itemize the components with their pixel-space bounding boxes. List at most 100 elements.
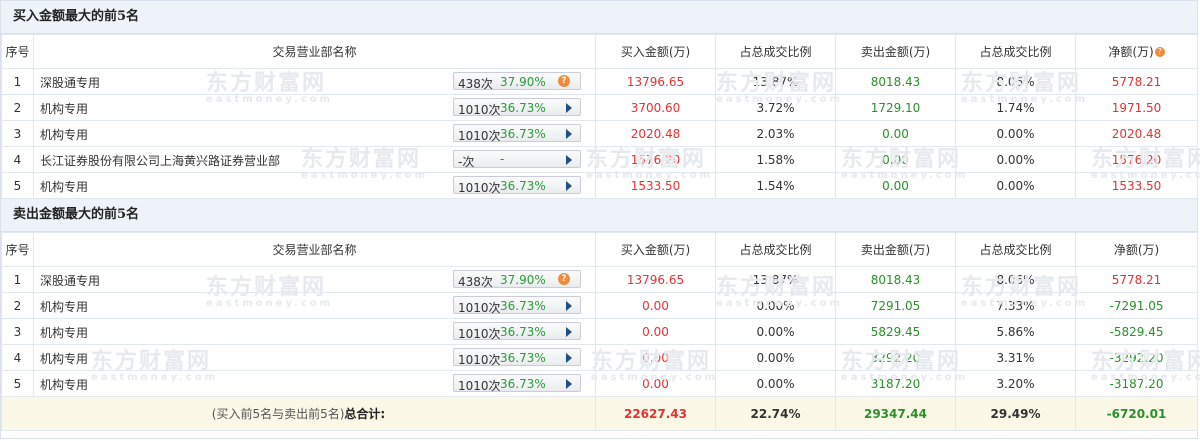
net-amount: -3187.20 <box>1075 370 1198 397</box>
row-no: 2 <box>1 292 34 319</box>
table-row: 5 机构专用 1010次 36.73% 1533.50 1.54% 0.00 0.00% 153… <box>1 172 1198 199</box>
sell-table: 序号 交易营业部名称 买入金额(万) 占总成交比例 卖出金额(万) 占总成交比例… <box>1 232 1198 431</box>
net-amount: 2020.48 <box>1075 120 1198 147</box>
seat-rate: 36.73% <box>500 377 546 391</box>
table-row: 4 机构专用 1010次 36.73% 0.00 0.00% 3292.20 3.31% -32… <box>1 344 1198 371</box>
col-header-no: 序号 <box>1 232 34 267</box>
seat-name[interactable]: 机构专用 <box>40 376 88 393</box>
seat-stats-button[interactable]: 1010次 36.73% <box>453 176 581 195</box>
table-row: 1 深股通专用 438次 37.90%? 13796.65 13.87% 8018.43 8.… <box>1 266 1198 293</box>
seat-rate: 37.90% <box>500 273 546 287</box>
row-no: 5 <box>1 370 34 397</box>
buy-amount: 13796.65 <box>595 68 716 95</box>
seat-rate: 36.73% <box>500 325 546 339</box>
seat-stats-button[interactable]: 1010次 36.73% <box>453 124 581 143</box>
buy-ratio: 13.87% <box>715 68 836 95</box>
seat-rate: 36.73% <box>500 101 546 115</box>
seat-name[interactable]: 机构专用 <box>40 126 88 143</box>
seat-stats-button[interactable]: 1010次 36.73% <box>453 348 581 367</box>
sell-ratio: 7.33% <box>955 292 1076 319</box>
seat-stats-button[interactable]: -次 - <box>453 150 581 169</box>
question-icon[interactable]: ? <box>558 75 570 87</box>
buy-amount: 3700.60 <box>595 94 716 121</box>
col-header-sell: 卖出金额(万) <box>835 232 956 267</box>
seat-name[interactable]: 深股通专用 <box>40 74 100 91</box>
seat-name-cell: 机构专用 1010次 36.73% <box>33 120 596 147</box>
seat-stats-button[interactable]: 1010次 36.73% <box>453 322 581 341</box>
seat-name[interactable]: 机构专用 <box>40 324 88 341</box>
total-row: (买入前5名与卖出前5名)总合计: 22627.43 22.74% 29347.… <box>1 396 1198 431</box>
seat-name-cell: 机构专用 1010次 36.73% <box>33 94 596 121</box>
seat-name[interactable]: 长江证券股份有限公司上海黄兴路证券营业部 <box>40 152 280 169</box>
seat-count: 438次 <box>458 275 493 289</box>
seat-rate: 36.73% <box>500 299 546 313</box>
arrow-right-icon[interactable] <box>566 327 572 337</box>
arrow-right-icon[interactable] <box>566 155 572 165</box>
seat-stats-button[interactable]: 1010次 36.73% <box>453 296 581 315</box>
seat-stats-button[interactable]: 1010次 36.73% <box>453 374 581 393</box>
seat-rate: 36.73% <box>500 351 546 365</box>
buy-ratio: 0.00% <box>715 370 836 397</box>
total-label-prefix: (买入前5名与卖出前5名) <box>211 407 345 421</box>
seat-name[interactable]: 机构专用 <box>40 178 88 195</box>
total-buy: 22627.43 <box>595 396 716 431</box>
seat-name[interactable]: 机构专用 <box>40 100 88 117</box>
sell-ratio: 3.31% <box>955 344 1076 371</box>
buy-ratio: 0.00% <box>715 292 836 319</box>
total-sell: 29347.44 <box>835 396 956 431</box>
col-header-buy-ratio: 占总成交比例 <box>715 232 836 267</box>
seat-name[interactable]: 机构专用 <box>40 298 88 315</box>
table-row: 3 机构专用 1010次 36.73% 2020.48 2.03% 0.00 0.00% 202… <box>1 120 1198 147</box>
buy-amount: 0.00 <box>595 292 716 319</box>
net-amount: 5778.21 <box>1075 266 1198 293</box>
total-sell-ratio: 29.49% <box>955 396 1076 431</box>
sell-ratio: 5.86% <box>955 318 1076 345</box>
seat-name-cell: 长江证券股份有限公司上海黄兴路证券营业部 -次 - <box>33 146 596 173</box>
seat-stats-button[interactable]: 438次 37.90%? <box>453 72 581 91</box>
col-header-net: 净额(万) <box>1075 232 1198 267</box>
question-icon[interactable]: ? <box>558 273 570 285</box>
net-amount: -7291.05 <box>1075 292 1198 319</box>
col-header-sell-ratio: 占总成交比例 <box>955 232 1076 267</box>
table-row: 3 机构专用 1010次 36.73% 0.00 0.00% 5829.45 5.86% -58… <box>1 318 1198 345</box>
seat-name[interactable]: 机构专用 <box>40 350 88 367</box>
table-row: 5 机构专用 1010次 36.73% 0.00 0.00% 3187.20 3.20% -31… <box>1 370 1198 397</box>
arrow-right-icon[interactable] <box>566 103 572 113</box>
arrow-right-icon[interactable] <box>566 181 572 191</box>
buy-table: 序号 交易营业部名称 买入金额(万) 占总成交比例 卖出金额(万) 占总成交比例… <box>1 34 1198 199</box>
lhb-panel: 买入金额最大的前5名 序号 交易营业部名称 买入金额(万) 占总成交比例 卖出金… <box>0 0 1200 439</box>
arrow-right-icon[interactable] <box>566 129 572 139</box>
sell-amount: 3292.20 <box>835 344 956 371</box>
buy-ratio: 13.87% <box>715 266 836 293</box>
arrow-right-icon[interactable] <box>566 353 572 363</box>
table-row: 1 深股通专用 438次 37.90%? 13796.65 13.87% 8018.43 8.… <box>1 68 1198 95</box>
buy-ratio: 3.72% <box>715 94 836 121</box>
seat-rate: - <box>500 152 505 166</box>
col-header-buy: 买入金额(万) <box>595 232 716 267</box>
sell-ratio: 0.00% <box>955 146 1076 173</box>
row-no: 4 <box>1 344 34 371</box>
sell-amount: 0.00 <box>835 120 956 147</box>
table-row: 4 长江证券股份有限公司上海黄兴路证券营业部 -次 -1576.20 1.58% 0.00… <box>1 146 1198 173</box>
buy-section-title: 买入金额最大的前5名 <box>1 1 1197 34</box>
seat-stats-button[interactable]: 1010次 36.73% <box>453 98 581 117</box>
sell-ratio: 0.00% <box>955 172 1076 199</box>
sell-section-title: 卖出金额最大的前5名 <box>1 199 1197 232</box>
seat-stats-button[interactable]: 438次 37.90%? <box>453 270 581 289</box>
row-no: 4 <box>1 146 34 173</box>
seat-name[interactable]: 深股通专用 <box>40 272 100 289</box>
arrow-right-icon[interactable] <box>566 379 572 389</box>
sell-header-row: 序号 交易营业部名称 买入金额(万) 占总成交比例 卖出金额(万) 占总成交比例… <box>1 232 1198 267</box>
seat-count: 1010次 <box>458 353 501 367</box>
seat-rate: 36.73% <box>500 127 546 141</box>
net-amount: 1533.50 <box>1075 172 1198 199</box>
buy-amount: 2020.48 <box>595 120 716 147</box>
seat-name-cell: 机构专用 1010次 36.73% <box>33 344 596 371</box>
sell-ratio: 3.20% <box>955 370 1076 397</box>
row-no: 1 <box>1 266 34 293</box>
question-icon[interactable]: ? <box>1154 47 1165 57</box>
col-header-net-label: 净额(万) <box>1108 45 1154 59</box>
arrow-right-icon[interactable] <box>566 301 572 311</box>
sell-amount: 1729.10 <box>835 94 956 121</box>
net-amount: -5829.45 <box>1075 318 1198 345</box>
